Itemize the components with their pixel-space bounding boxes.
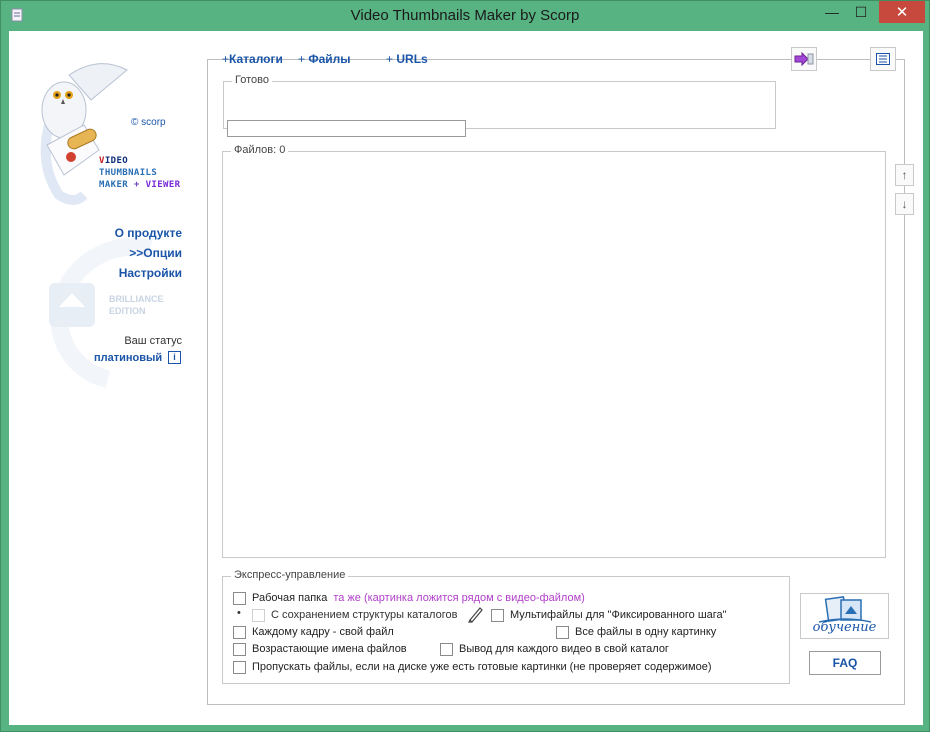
- multifiles-row[interactable]: Мультифайлы для "Фиксированного шага": [491, 607, 727, 623]
- all-files-one-checkbox[interactable]: [556, 625, 569, 639]
- move-down-button[interactable]: ↓: [895, 193, 914, 215]
- work-folder-label: Рабочая папка: [252, 592, 328, 604]
- minimize-button[interactable]: —: [818, 1, 846, 23]
- plus-icon: +: [386, 52, 394, 66]
- skip-existing-label: Пропускать файлы, если на диске уже есть…: [252, 661, 712, 673]
- files-group[interactable]: Файлов: 0: [222, 144, 886, 558]
- copyright-text: © scorp: [131, 117, 166, 128]
- add-files-label: Файлы: [308, 52, 351, 66]
- bullet-marker: •: [237, 607, 241, 619]
- brand-logo-text: VIDEO THUMBNAILS MAKER + VIEWER: [99, 155, 181, 191]
- files-count-legend: Файлов: 0: [231, 144, 289, 156]
- plus-icon: +: [298, 52, 306, 66]
- education-button[interactable]: обучение: [800, 593, 889, 639]
- multifiles-label: Мультифайлы для "Фиксированного шага": [510, 609, 727, 621]
- edition-line2: EDITION: [109, 306, 146, 316]
- edition-badge-triangle: [59, 293, 85, 307]
- each-video-dir-label: Вывод для каждого видео в свой каталог: [459, 643, 669, 655]
- nav-settings-link[interactable]: Настройки: [119, 266, 182, 280]
- move-up-button[interactable]: ↑: [895, 164, 914, 186]
- add-files-link[interactable]: + Файлы: [298, 52, 351, 66]
- add-catalogs-link[interactable]: +Каталоги: [222, 52, 283, 66]
- keep-structure-label: С сохранением структуры каталогов: [271, 609, 458, 621]
- ready-legend: Готово: [232, 74, 272, 86]
- each-video-dir-row[interactable]: Вывод для каждого видео в свой каталог: [440, 641, 669, 657]
- nav-about-link[interactable]: О продукте: [115, 226, 182, 240]
- skip-existing-row[interactable]: Пропускать файлы, если на диске уже есть…: [233, 659, 712, 675]
- edition-line1: BRILLIANCE: [109, 294, 164, 304]
- keep-structure-checkbox[interactable]: [252, 608, 265, 622]
- export-arrow-icon: [794, 51, 814, 67]
- list-view-button[interactable]: [870, 47, 896, 71]
- client-area: © scorp VIDEO THUMBNAILS MAKER + VIEWER …: [9, 31, 923, 725]
- each-frame-checkbox[interactable]: [233, 625, 246, 639]
- title-bar[interactable]: Video Thumbnails Maker by Scorp — ☐ ✕: [1, 1, 929, 31]
- all-files-one-row[interactable]: Все файлы в одну картинку: [556, 624, 716, 640]
- status-value: платиновый: [94, 352, 163, 364]
- add-urls-link[interactable]: + URLs: [386, 52, 428, 66]
- ascending-names-checkbox[interactable]: [233, 642, 246, 656]
- multifiles-checkbox[interactable]: [491, 608, 504, 622]
- work-folder-value[interactable]: та же (картинка ложится рядом с видео-фа…: [333, 592, 584, 604]
- faq-button[interactable]: FAQ: [809, 651, 881, 675]
- keep-structure-row[interactable]: С сохранением структуры каталогов: [252, 607, 457, 623]
- education-label: обучение: [812, 620, 877, 635]
- window-title: Video Thumbnails Maker by Scorp: [350, 7, 580, 24]
- progress-bar: [227, 120, 466, 137]
- export-button[interactable]: [791, 47, 817, 71]
- ascending-names-label: Возрастающие имена файлов: [252, 643, 407, 655]
- close-button[interactable]: ✕: [879, 1, 925, 23]
- brand-line3-viewer: VIEWER: [145, 180, 181, 190]
- skip-existing-checkbox[interactable]: [233, 660, 246, 674]
- info-icon[interactable]: i: [168, 351, 181, 364]
- brand-line2: THUMBNAILS: [99, 168, 158, 178]
- ascending-names-row[interactable]: Возрастающие имена файлов: [233, 641, 407, 657]
- work-folder-row[interactable]: Рабочая папка та же (картинка ложится ря…: [233, 590, 585, 606]
- maximize-button[interactable]: ☐: [847, 1, 875, 23]
- work-folder-checkbox[interactable]: [233, 591, 246, 605]
- nav-options-link[interactable]: >>Опции: [129, 246, 182, 260]
- add-catalogs-label: Каталоги: [229, 52, 283, 66]
- brand-line3-plus: +: [133, 180, 140, 190]
- list-icon: [876, 53, 890, 65]
- add-urls-label: URLs: [396, 52, 428, 66]
- app-window: Video Thumbnails Maker by Scorp — ☐ ✕ © …: [0, 0, 930, 732]
- brand-line1: IDEO: [104, 156, 129, 166]
- plus-icon: +: [222, 52, 230, 66]
- brand-line3-maker: MAKER: [99, 180, 129, 190]
- all-files-one-label: Все файлы в одну картинку: [575, 626, 717, 638]
- express-legend: Экспресс-управление: [231, 569, 349, 581]
- edition-text: BRILLIANCE EDITION: [109, 293, 164, 317]
- each-video-dir-checkbox[interactable]: [440, 642, 453, 656]
- status-label: Ваш статус: [124, 335, 182, 347]
- pen-icon[interactable]: [467, 605, 485, 623]
- each-frame-label: Каждому кадру - свой файл: [252, 626, 394, 638]
- each-frame-row[interactable]: Каждому кадру - свой файл: [233, 624, 394, 640]
